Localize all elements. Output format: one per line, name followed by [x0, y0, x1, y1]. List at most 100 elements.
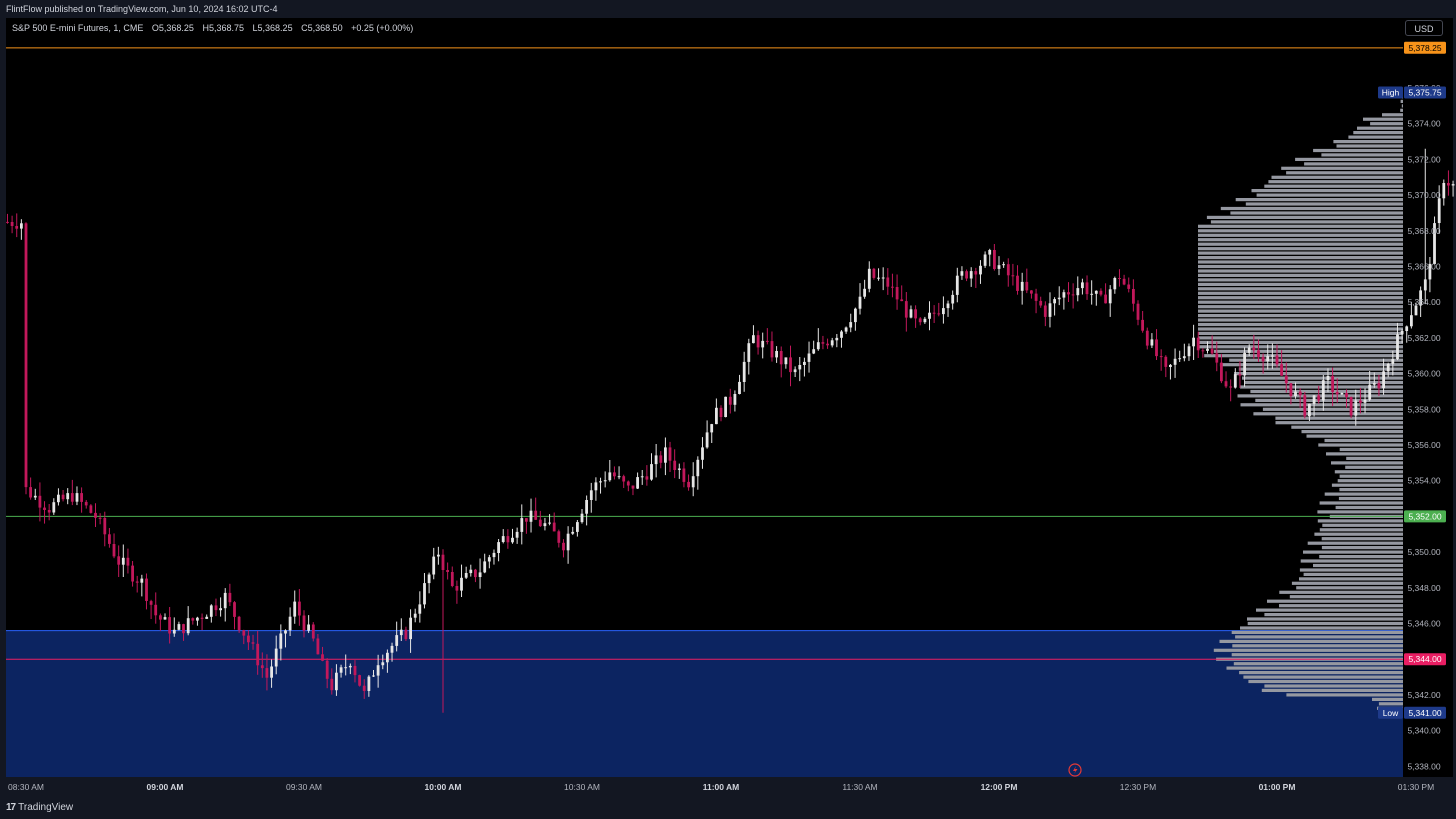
candle[interactable] [673, 449, 677, 479]
candle[interactable] [677, 463, 681, 479]
candle[interactable] [835, 334, 839, 348]
candle[interactable] [816, 328, 820, 351]
candle[interactable] [733, 390, 737, 412]
candle[interactable] [228, 583, 232, 606]
candle[interactable] [849, 313, 853, 333]
candle[interactable] [501, 529, 505, 544]
candle[interactable] [66, 488, 70, 505]
candle[interactable] [177, 621, 181, 631]
candle[interactable] [881, 267, 885, 291]
candle[interactable] [626, 480, 630, 492]
candle[interactable] [1196, 331, 1200, 358]
candle[interactable] [770, 331, 774, 362]
candle[interactable] [33, 488, 37, 500]
candle[interactable] [149, 599, 153, 619]
candle[interactable] [793, 366, 797, 377]
candle[interactable] [1099, 288, 1103, 297]
candle[interactable] [446, 562, 449, 580]
candle[interactable] [135, 575, 139, 593]
candle[interactable] [1433, 216, 1436, 265]
candle[interactable] [840, 330, 843, 348]
candle[interactable] [191, 617, 195, 625]
candle[interactable] [1141, 311, 1144, 333]
candle[interactable] [807, 341, 811, 373]
candle[interactable] [854, 307, 857, 331]
candle[interactable] [307, 615, 310, 633]
candle[interactable] [997, 256, 1001, 276]
candle[interactable] [562, 539, 565, 558]
candle[interactable] [589, 482, 593, 513]
candle[interactable] [1034, 288, 1038, 314]
candle[interactable] [909, 305, 913, 319]
candle[interactable] [6, 213, 9, 224]
candle[interactable] [969, 267, 973, 287]
candle[interactable] [464, 566, 468, 579]
candle[interactable] [946, 300, 950, 317]
candle[interactable] [1062, 289, 1066, 310]
candle[interactable] [654, 444, 658, 478]
candle[interactable] [298, 589, 301, 626]
candle[interactable] [1182, 343, 1186, 362]
candle[interactable] [1224, 371, 1228, 389]
candle[interactable] [84, 500, 88, 509]
candle[interactable] [15, 213, 19, 238]
candle[interactable] [293, 590, 297, 624]
candle[interactable] [94, 503, 97, 527]
candle[interactable] [548, 514, 551, 526]
candle[interactable] [1081, 278, 1084, 295]
candle[interactable] [474, 568, 477, 583]
candle[interactable] [701, 437, 704, 469]
candle[interactable] [1229, 379, 1233, 402]
candle[interactable] [705, 420, 709, 449]
candle[interactable] [872, 267, 876, 280]
candle[interactable] [437, 546, 440, 565]
candle[interactable] [1447, 170, 1450, 196]
candle[interactable] [858, 283, 862, 315]
candle[interactable] [515, 527, 519, 544]
tradingview-logo[interactable]: 17 TradingView [6, 802, 73, 813]
candle[interactable] [1233, 368, 1237, 389]
candle[interactable] [1201, 348, 1205, 358]
candle[interactable] [803, 357, 806, 377]
candle[interactable] [233, 601, 236, 630]
candle[interactable] [529, 498, 533, 533]
candle[interactable] [576, 520, 579, 537]
candle[interactable] [928, 301, 931, 331]
candle[interactable] [1442, 179, 1446, 206]
candle[interactable] [497, 539, 500, 562]
candle[interactable] [752, 325, 755, 344]
currency-button[interactable]: USD [1405, 20, 1443, 36]
candle[interactable] [1039, 296, 1043, 308]
candle[interactable] [738, 374, 741, 395]
candle[interactable] [1187, 343, 1191, 361]
candle[interactable] [1016, 265, 1019, 295]
candle[interactable] [728, 388, 732, 414]
candle[interactable] [126, 548, 130, 574]
candle[interactable] [432, 547, 436, 580]
candle[interactable] [904, 292, 908, 332]
candle[interactable] [1368, 371, 1372, 402]
candle[interactable] [798, 357, 802, 382]
candle[interactable] [1164, 355, 1168, 378]
candle[interactable] [742, 351, 746, 392]
chart-canvas[interactable]: 5,376.005,374.005,372.005,370.005,368.00… [0, 0, 1456, 819]
candle[interactable] [70, 479, 74, 506]
candle[interactable] [1025, 268, 1029, 294]
candle[interactable] [613, 466, 616, 480]
candle[interactable] [812, 340, 816, 355]
candle[interactable] [358, 674, 361, 687]
candle[interactable] [163, 613, 167, 620]
candle[interactable] [830, 337, 834, 348]
candle[interactable] [80, 487, 83, 513]
candle[interactable] [918, 317, 922, 326]
candle[interactable] [951, 290, 955, 310]
candle[interactable] [1108, 285, 1112, 317]
candle[interactable] [1020, 272, 1024, 305]
candle[interactable] [20, 219, 23, 240]
candle[interactable] [1113, 276, 1117, 294]
candle[interactable] [900, 285, 904, 302]
candle[interactable] [223, 588, 227, 622]
candle[interactable] [1326, 368, 1330, 393]
candle[interactable] [650, 453, 653, 481]
candle[interactable] [585, 495, 588, 526]
